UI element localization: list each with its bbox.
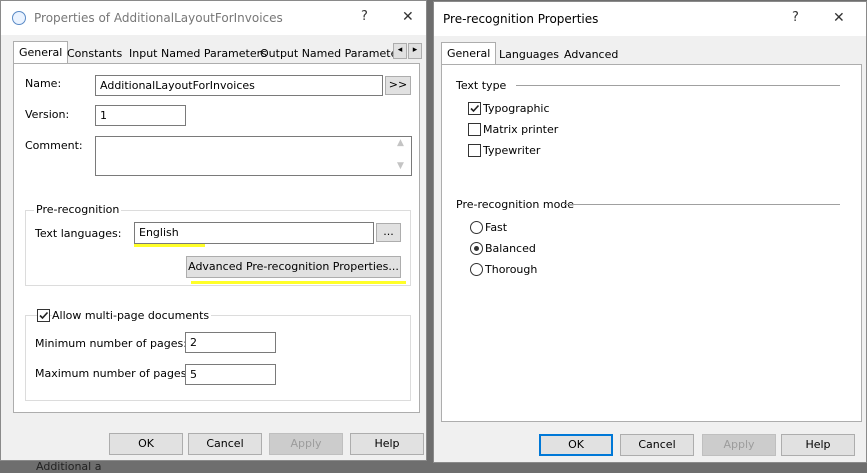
app-icon: [12, 11, 26, 25]
advanced-prerecognition-button[interactable]: Advanced Pre-recognition Properties...: [186, 256, 401, 278]
comment-scroll-down-icon[interactable]: ▼: [397, 161, 404, 171]
thorough-radio[interactable]: [470, 263, 483, 276]
min-pages-label: Minimum number of pages:: [35, 337, 187, 350]
help-icon[interactable]: ?: [792, 10, 799, 25]
multipage-group: [25, 315, 411, 401]
text-type-separator: [516, 85, 840, 86]
version-field[interactable]: 1: [95, 105, 186, 126]
tab-languages[interactable]: Languages: [493, 44, 565, 64]
typewriter-label: Typewriter: [483, 144, 541, 157]
close-icon[interactable]: ✕: [833, 10, 845, 26]
name-label: Name:: [25, 77, 62, 90]
fast-label: Fast: [485, 221, 508, 234]
multipage-checkbox[interactable]: [37, 309, 50, 322]
matrix-printer-checkbox[interactable]: [468, 123, 481, 136]
close-icon[interactable]: ✕: [402, 9, 414, 25]
checkmark-icon: [39, 311, 49, 320]
mode-heading: Pre-recognition mode: [456, 198, 575, 211]
background-list-item: Additional a: [36, 460, 102, 473]
ok-button[interactable]: OK: [109, 433, 183, 455]
tab-output-named-parameters[interactable]: Output Named Parameters: [254, 43, 414, 63]
min-pages-field[interactable]: 2: [185, 332, 276, 353]
max-pages-label: Maximum number of pages:: [35, 367, 191, 380]
tab-advanced[interactable]: Advanced: [558, 44, 624, 64]
tab-input-named-parameters[interactable]: Input Named Parameters: [123, 43, 273, 63]
languages-browse-button[interactable]: ...: [376, 223, 401, 242]
checkmark-icon: [470, 104, 480, 113]
highlight-underline-advanced-button: [191, 281, 406, 284]
text-languages-field[interactable]: English: [134, 222, 374, 244]
title-bar: Properties of AdditionalLayoutForInvoice…: [1, 1, 426, 35]
title-bar: Pre-recognition Properties ? ✕: [434, 2, 866, 36]
dialog-title: Properties of AdditionalLayoutForInvoice…: [34, 11, 283, 25]
balanced-radio[interactable]: [470, 242, 483, 255]
typewriter-checkbox[interactable]: [468, 144, 481, 157]
multipage-label: Allow multi-page documents: [52, 309, 212, 322]
help-icon[interactable]: ?: [361, 9, 368, 24]
tab-constants[interactable]: Constants: [61, 43, 128, 63]
cancel-button[interactable]: Cancel: [188, 433, 262, 455]
help-button[interactable]: Help: [781, 434, 855, 456]
tab-scroll-left-button[interactable]: ◂: [393, 43, 407, 59]
balanced-label: Balanced: [485, 242, 536, 255]
tab-strip: General Constants Input Named Parameters…: [13, 41, 423, 64]
text-type-heading: Text type: [456, 79, 507, 92]
prerecognition-dialog: Pre-recognition Properties ? ✕ General L…: [433, 1, 867, 463]
tab-strip: General Languages Advanced: [441, 42, 641, 65]
general-panel: Name: AdditionalLayoutForInvoices >> Ver…: [13, 63, 420, 413]
thorough-label: Thorough: [485, 263, 538, 276]
highlight-underline-languages: [134, 244, 205, 247]
mode-separator: [564, 204, 840, 205]
typographic-checkbox[interactable]: [468, 102, 481, 115]
tab-general[interactable]: General: [441, 42, 497, 64]
apply-button[interactable]: Apply: [269, 433, 343, 455]
comment-scroll-up-icon[interactable]: ▲: [397, 138, 404, 148]
prerecognition-group-title: Pre-recognition: [34, 203, 122, 216]
max-pages-field[interactable]: 5: [185, 364, 276, 385]
fast-radio[interactable]: [470, 221, 483, 234]
comment-label: Comment:: [25, 139, 83, 152]
text-languages-label: Text languages:: [35, 227, 122, 240]
comment-field[interactable]: [95, 136, 412, 176]
cancel-button[interactable]: Cancel: [620, 434, 694, 456]
properties-dialog: Properties of AdditionalLayoutForInvoice…: [0, 0, 427, 461]
ok-button[interactable]: OK: [539, 434, 613, 456]
typographic-label: Typographic: [483, 102, 550, 115]
tab-scroll-right-button[interactable]: ▸: [408, 43, 422, 59]
general-panel: Text type Typographic Matrix printer Typ…: [441, 64, 862, 422]
matrix-printer-label: Matrix printer: [483, 123, 559, 136]
name-field[interactable]: AdditionalLayoutForInvoices: [95, 75, 383, 96]
help-button[interactable]: Help: [350, 433, 424, 455]
version-label: Version:: [25, 108, 70, 121]
name-more-button[interactable]: >>: [385, 76, 411, 95]
dialog-title: Pre-recognition Properties: [443, 12, 599, 26]
apply-button[interactable]: Apply: [702, 434, 776, 456]
